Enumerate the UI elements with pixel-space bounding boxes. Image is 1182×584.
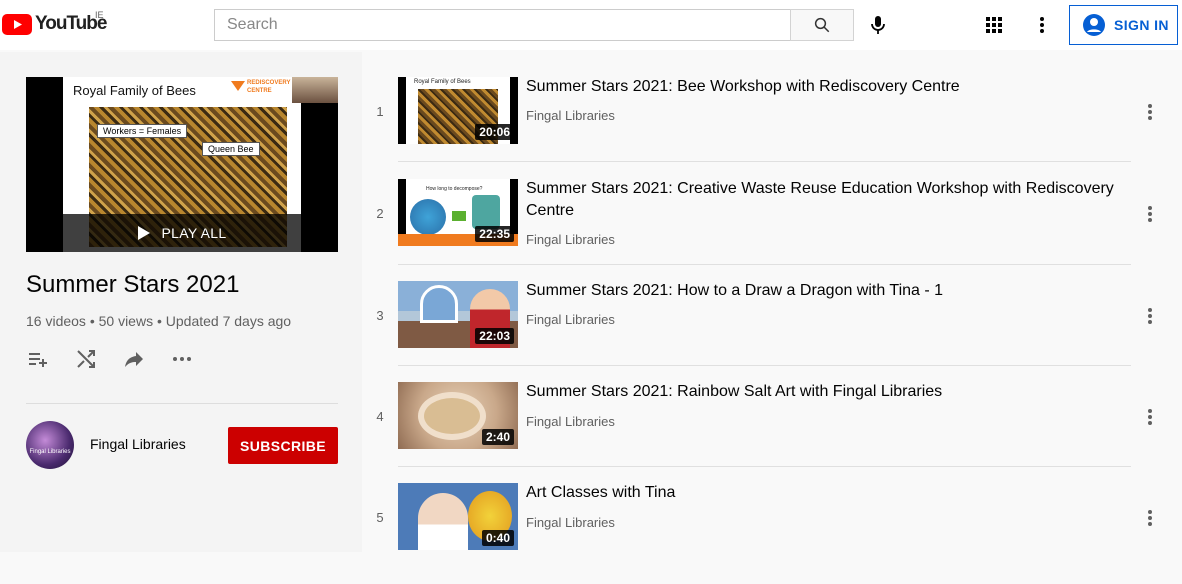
settings-menu-button[interactable] xyxy=(1030,13,1054,37)
youtube-play-icon xyxy=(2,13,32,35)
more-vertical-icon xyxy=(1148,510,1152,526)
video-duration: 22:35 xyxy=(475,226,514,242)
row-divider xyxy=(398,264,1131,265)
video-menu-button[interactable] xyxy=(1138,100,1162,124)
search-button[interactable] xyxy=(790,9,854,41)
playlist-actions xyxy=(26,347,218,371)
video-menu-button[interactable] xyxy=(1138,506,1162,530)
channel-avatar[interactable]: Fingal Libraries xyxy=(26,421,74,469)
video-thumbnail[interactable]: How long to decompose? 22:35 xyxy=(398,179,518,246)
video-thumbnail[interactable]: Royal Family of Bees 20:06 xyxy=(398,77,518,144)
search-icon xyxy=(814,17,830,33)
account-icon xyxy=(1083,14,1105,36)
slide-title: Royal Family of Bees xyxy=(73,83,196,98)
share-icon xyxy=(125,352,143,367)
thumbnail-text: How long to decompose? xyxy=(426,186,483,192)
more-vertical-icon xyxy=(1148,409,1152,425)
video-row-4[interactable]: 4 2:40 Summer Stars 2021: Rainbow Salt A… xyxy=(362,380,1182,483)
video-title[interactable]: Art Classes with Tina xyxy=(526,482,1126,504)
video-title[interactable]: Summer Stars 2021: Bee Workshop with Red… xyxy=(526,76,1126,98)
channel-name[interactable]: Fingal Libraries xyxy=(90,436,186,452)
play-all-label: PLAY ALL xyxy=(161,225,227,241)
video-row-3[interactable]: 3 22:03 Summer Stars 2021: How to a Draw… xyxy=(362,279,1182,382)
video-menu-button[interactable] xyxy=(1138,304,1162,328)
video-duration: 2:40 xyxy=(481,429,514,445)
microphone-icon xyxy=(871,16,885,34)
apps-grid-icon xyxy=(986,17,1002,33)
video-duration: 0:40 xyxy=(481,530,514,546)
video-channel[interactable]: Fingal Libraries xyxy=(526,108,615,123)
row-divider xyxy=(398,466,1131,467)
more-actions-button[interactable] xyxy=(170,347,194,371)
video-thumbnail[interactable]: 0:40 xyxy=(398,483,518,550)
presenter-inset xyxy=(292,77,338,103)
voice-search-button[interactable] xyxy=(866,13,890,37)
video-thumbnail[interactable]: 22:03 xyxy=(398,281,518,348)
more-vertical-icon xyxy=(1040,17,1044,33)
row-divider xyxy=(398,161,1131,162)
playlist-title[interactable]: Summer Stars 2021 xyxy=(26,271,239,299)
video-title[interactable]: Summer Stars 2021: How to a Draw a Drago… xyxy=(526,280,1126,302)
shuffle-button[interactable] xyxy=(74,347,98,371)
apps-button[interactable] xyxy=(982,13,1006,37)
share-button[interactable] xyxy=(122,347,146,371)
shuffle-icon xyxy=(77,350,95,368)
video-menu-button[interactable] xyxy=(1138,202,1162,226)
video-menu-button[interactable] xyxy=(1138,405,1162,429)
rediscovery-logo: REDISCOVERY CENTRE xyxy=(231,80,290,100)
sidebar-divider xyxy=(26,403,338,404)
video-row-1[interactable]: 1 Royal Family of Bees 20:06 Summer Star… xyxy=(362,75,1182,178)
search-bar xyxy=(214,9,854,41)
more-horizontal-icon xyxy=(173,357,191,361)
row-divider xyxy=(398,365,1131,366)
video-duration: 22:03 xyxy=(475,328,514,344)
video-title[interactable]: Summer Stars 2021: Creative Waste Reuse … xyxy=(526,178,1126,222)
video-index: 3 xyxy=(376,308,384,323)
video-index: 1 xyxy=(376,104,384,119)
playlist-thumbnail[interactable]: Royal Family of Bees REDISCOVERY CENTRE … xyxy=(26,77,338,252)
video-row-5[interactable]: 5 0:40 Art Classes with Tina Fingal Libr… xyxy=(362,481,1182,584)
video-index: 4 xyxy=(376,409,384,424)
video-channel[interactable]: Fingal Libraries xyxy=(526,414,615,429)
youtube-logo[interactable]: YouTube xyxy=(2,12,107,36)
video-index: 5 xyxy=(376,510,384,525)
video-thumbnail[interactable]: 2:40 xyxy=(398,382,518,449)
video-channel[interactable]: Fingal Libraries xyxy=(526,312,615,327)
playlist-stats: 16 videos • 50 views • Updated 7 days ag… xyxy=(26,313,292,329)
video-index: 2 xyxy=(376,206,384,221)
video-channel[interactable]: Fingal Libraries xyxy=(526,515,615,530)
playlist-add-icon xyxy=(29,353,47,367)
sign-in-button[interactable]: SIGN IN xyxy=(1069,5,1178,45)
video-duration: 20:06 xyxy=(475,124,514,140)
more-vertical-icon xyxy=(1148,104,1152,120)
play-icon xyxy=(137,226,150,240)
queen-tag: Queen Bee xyxy=(202,142,260,156)
playlist-sidebar: Royal Family of Bees REDISCOVERY CENTRE … xyxy=(0,52,362,552)
video-channel[interactable]: Fingal Libraries xyxy=(526,232,615,247)
search-input[interactable] xyxy=(214,9,790,41)
sign-in-label: SIGN IN xyxy=(1114,17,1169,33)
play-all-button[interactable]: PLAY ALL xyxy=(63,214,301,252)
workers-tag: Workers = Females xyxy=(97,124,188,138)
more-vertical-icon xyxy=(1148,308,1152,324)
region-code: IE xyxy=(95,10,104,20)
playlist-video-list: 1 Royal Family of Bees 20:06 Summer Star… xyxy=(362,52,1182,552)
more-vertical-icon xyxy=(1148,206,1152,222)
save-playlist-button[interactable] xyxy=(26,347,50,371)
thumbnail-text: Royal Family of Bees xyxy=(414,79,471,85)
top-bar: YouTube IE SIGN IN xyxy=(0,0,1182,50)
subscribe-button[interactable]: SUBSCRIBE xyxy=(228,427,338,464)
video-title[interactable]: Summer Stars 2021: Rainbow Salt Art with… xyxy=(526,381,1126,403)
